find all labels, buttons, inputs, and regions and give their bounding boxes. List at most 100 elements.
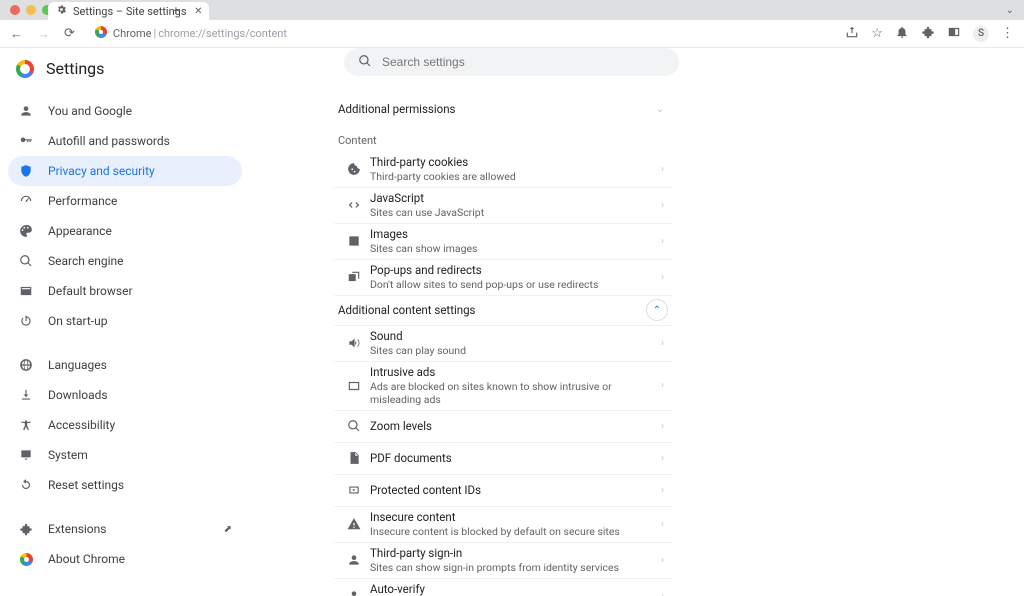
forward-button[interactable]: → [37,26,50,42]
sidebar-item-performance[interactable]: Performance [8,186,242,216]
row-zoom-levels[interactable]: Zoom levels › [334,410,672,442]
minimize-window-button[interactable] [26,5,36,15]
address-bar[interactable]: Chrome | chrome://settings/content [87,26,833,41]
sidebar-item-appearance[interactable]: Appearance [8,216,242,246]
page-title: Settings [46,59,104,78]
chevron-right-icon: › [661,555,668,566]
row-sound[interactable]: SoundSites can play sound › [334,325,672,361]
chevron-right-icon: › [661,485,668,496]
window-titlebar: Settings – Site settings ✕ + ⌄ [0,0,1024,20]
sidebar-item-search-engine[interactable]: Search engine [8,246,242,276]
performance-icon [18,194,34,208]
close-tab-button[interactable]: ✕ [194,6,202,17]
sidebar-item-about[interactable]: About Chrome [8,544,242,574]
chevron-right-icon: › [661,272,668,283]
collapse-button[interactable]: ⌃ [646,299,668,321]
row-title: Insecure content [370,510,661,524]
row-additional-permissions[interactable]: Additional permissions ⌄ [334,94,672,124]
row-images[interactable]: ImagesSites can show images › [334,223,672,259]
person-icon [18,104,34,118]
row-title: Third-party sign-in [370,546,661,560]
sidebar-item-label: Reset settings [48,478,124,492]
verify-icon [338,589,370,596]
search-icon [358,54,372,71]
row-title: Additional permissions [338,102,656,116]
profile-avatar[interactable]: S [973,26,989,42]
sidebar-item-label: Autofill and passwords [48,134,170,148]
row-title: Sound [370,329,661,343]
sidebar-item-reset[interactable]: Reset settings [8,470,242,500]
tabstrip-dropdown-button[interactable]: ⌄ [1006,5,1014,16]
protected-icon [338,483,370,497]
browser-tab[interactable]: Settings – Site settings ✕ [48,2,209,20]
sidebar-item-label: Downloads [48,388,108,402]
row-subtitle: Sites can use JavaScript [370,206,661,219]
row-subtitle: Insecure content is blocked by default o… [370,525,661,538]
sidebar-item-extensions[interactable]: Extensions⬈ [8,514,242,544]
window-controls [0,5,52,15]
shield-icon [18,164,34,178]
sidepanel-icon[interactable] [947,25,961,43]
chevron-right-icon: › [661,200,668,211]
signin-icon [338,553,370,567]
sidebar-item-label: Extensions [48,522,106,536]
back-button[interactable]: ← [10,26,23,42]
sidebar-item-accessibility[interactable]: Accessibility [8,410,242,440]
row-insecure-content[interactable]: Insecure contentInsecure content is bloc… [334,506,672,542]
row-popups[interactable]: Pop-ups and redirectsDon't allow sites t… [334,259,672,295]
notification-bell-icon[interactable] [895,25,909,43]
image-icon [338,234,370,248]
row-title: JavaScript [370,191,661,205]
sidebar-item-label: Appearance [48,224,112,238]
row-title: Additional content settings [338,303,646,317]
code-icon [338,198,370,212]
chevron-right-icon: › [661,591,668,596]
row-subtitle: Sites can show sign-in prompts from iden… [370,561,661,574]
sidebar-item-label: Search engine [48,254,123,268]
reload-button[interactable]: ⟳ [64,26,75,42]
bookmark-icon[interactable]: ☆ [871,26,883,41]
extensions-icon[interactable] [921,25,935,43]
sidebar-item-label: System [48,448,88,462]
row-title: Zoom levels [370,419,661,433]
sidebar-item-system[interactable]: System [8,440,242,470]
row-additional-content-settings[interactable]: Additional content settings ⌃ [334,295,672,325]
row-auto-verify[interactable]: Auto-verifySites can help to verify that… [334,578,672,596]
sidebar-item-privacy[interactable]: Privacy and security [8,156,242,186]
chevron-right-icon: › [661,338,668,349]
appearance-icon [18,224,34,238]
settings-gear-icon [56,4,67,18]
browser-menu-button[interactable]: ⋮ [1001,26,1014,41]
row-title: Images [370,227,661,241]
sidebar-item-label: Performance [48,194,117,208]
settings-search-input[interactable] [382,55,665,69]
pdf-icon [338,451,370,465]
sidebar-item-startup[interactable]: On start-up [8,306,242,336]
sidebar-item-default-browser[interactable]: Default browser [8,276,242,306]
row-title: Intrusive ads [370,365,661,379]
sidebar-item-label: Default browser [48,284,133,298]
key-icon [18,134,34,148]
row-intrusive-ads[interactable]: Intrusive adsAds are blocked on sites kn… [334,361,672,410]
settings-main: Additional permissions ⌄ Content Third-p… [250,90,1024,596]
row-protected-content[interactable]: Protected content IDs › [334,474,672,506]
settings-search[interactable] [344,48,679,76]
warning-icon [338,517,370,531]
row-javascript[interactable]: JavaScriptSites can use JavaScript › [334,187,672,223]
sidebar-item-autofill[interactable]: Autofill and passwords [8,126,242,156]
row-pdf-documents[interactable]: PDF documents › [334,442,672,474]
zoom-icon [338,419,370,433]
chevron-right-icon: › [661,236,668,247]
new-tab-button[interactable]: + [168,3,184,19]
share-icon[interactable] [845,25,859,43]
sidebar-item-downloads[interactable]: Downloads [8,380,242,410]
sidebar-item-languages[interactable]: Languages [8,350,242,380]
row-third-party-cookies[interactable]: Third-party cookiesThird-party cookies a… [334,151,672,187]
close-window-button[interactable] [10,5,20,15]
popup-icon [338,270,370,284]
row-third-party-signin[interactable]: Third-party sign-inSites can show sign-i… [334,542,672,578]
sidebar-item-you-and-google[interactable]: You and Google [8,96,242,126]
accessibility-icon [18,418,34,432]
ads-icon [338,379,370,393]
chrome-icon [18,553,34,566]
